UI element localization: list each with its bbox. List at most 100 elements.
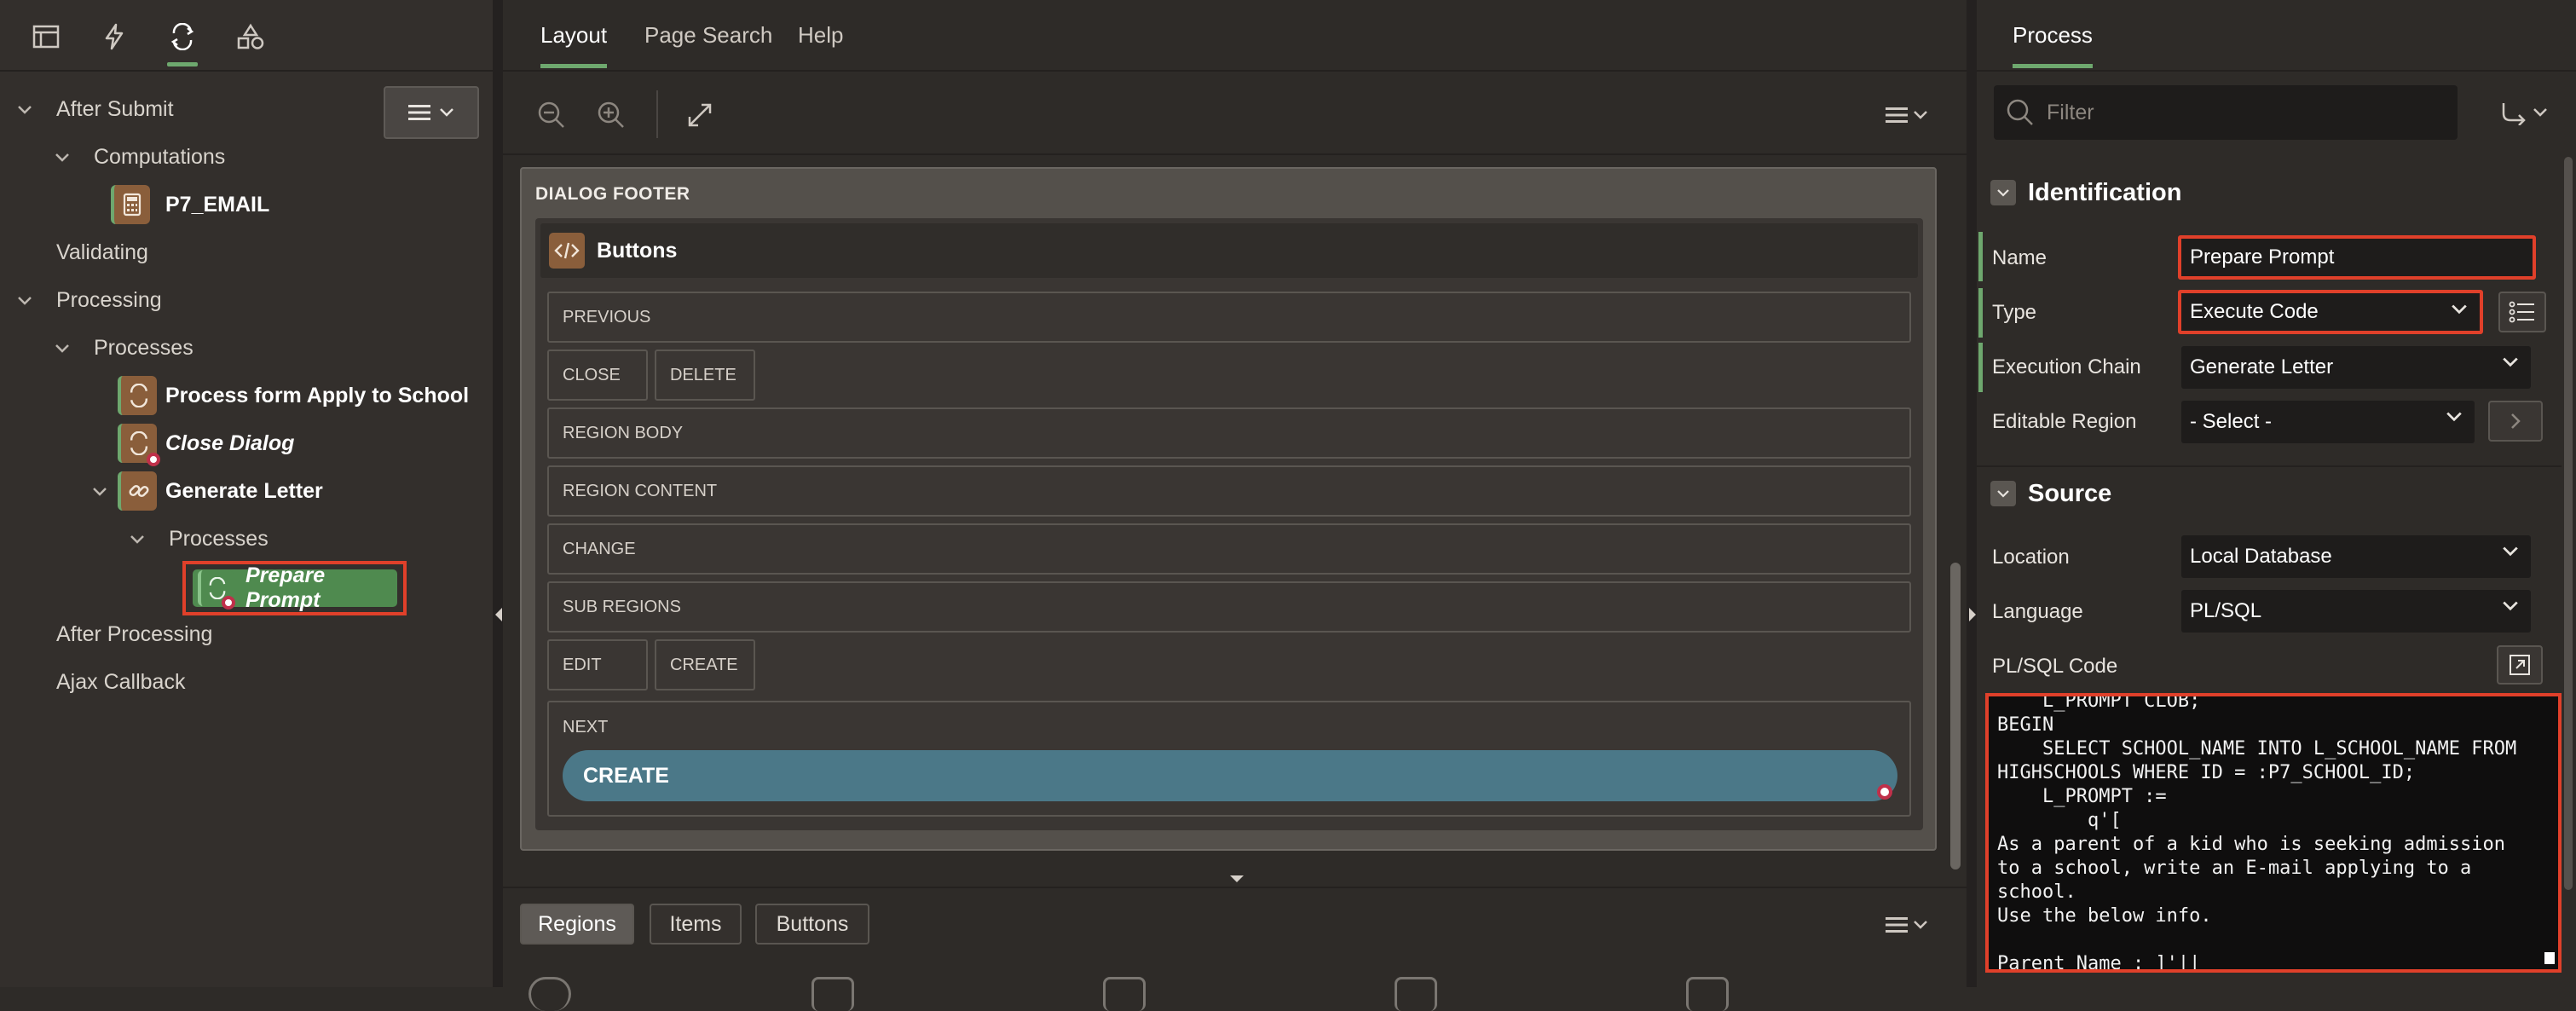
language-select[interactable]: PL/SQL bbox=[2181, 590, 2531, 633]
gallery-region-icon[interactable] bbox=[1395, 977, 1437, 1011]
tree-node-prepare-prompt[interactable]: Prepare Prompt bbox=[182, 561, 407, 615]
type-select[interactable]: Execute Code bbox=[2178, 290, 2483, 334]
right-splitter[interactable] bbox=[1967, 0, 1977, 987]
tree-node-ajax-callback[interactable]: Ajax Callback bbox=[56, 660, 185, 704]
left-splitter[interactable] bbox=[493, 0, 503, 987]
slot-previous[interactable]: PREVIOUS bbox=[547, 292, 1911, 343]
required-marker bbox=[1978, 288, 1983, 338]
chevron-down-icon[interactable] bbox=[1990, 481, 2016, 506]
chevron-down-icon bbox=[440, 108, 453, 117]
tab-page-search[interactable]: Page Search bbox=[644, 22, 772, 49]
tree-node-p7-email[interactable]: P7_EMAIL bbox=[165, 182, 269, 227]
required-marker bbox=[1978, 232, 1983, 281]
expand-button[interactable] bbox=[679, 94, 721, 136]
tree-node-after-submit[interactable]: After Submit bbox=[56, 87, 174, 131]
collapse-right-icon[interactable] bbox=[1968, 607, 1977, 622]
rendering-tab[interactable] bbox=[24, 15, 68, 58]
gallery-region-icon[interactable] bbox=[528, 977, 571, 1011]
go-to-group-button[interactable] bbox=[2488, 92, 2560, 133]
collapse-bottom-icon[interactable] bbox=[1229, 875, 1245, 883]
slot-next[interactable]: NEXT CREATE bbox=[547, 701, 1911, 817]
collapse-left-icon[interactable] bbox=[494, 607, 503, 622]
tree-node-sub-processes[interactable]: Processes bbox=[169, 517, 269, 561]
tab-layout[interactable]: Layout bbox=[540, 22, 608, 68]
tab-process[interactable]: Process bbox=[2013, 22, 2093, 68]
name-label: Name bbox=[1992, 246, 2048, 269]
gallery-panel: Regions Items Buttons bbox=[503, 887, 1967, 1011]
property-scrollbar[interactable] bbox=[2564, 157, 2573, 890]
chevron-down-icon[interactable] bbox=[49, 145, 75, 170]
tree-node-processing[interactable]: Processing bbox=[56, 278, 162, 322]
process-icon bbox=[118, 376, 157, 415]
layout-scrollbar[interactable] bbox=[1950, 563, 1961, 869]
execution-chain-select[interactable]: Generate Letter bbox=[2181, 346, 2531, 389]
source-section-header[interactable]: Source bbox=[1990, 469, 2111, 518]
chevron-down-icon[interactable] bbox=[124, 527, 150, 552]
chevron-down-icon bbox=[2452, 304, 2467, 315]
gallery-region-icon[interactable] bbox=[1686, 977, 1729, 1011]
open-code-editor-button[interactable] bbox=[2497, 645, 2543, 685]
chevron-down-icon[interactable] bbox=[12, 97, 38, 123]
processing-icon bbox=[170, 23, 194, 50]
slot-edit[interactable]: EDIT bbox=[547, 639, 648, 690]
slot-region-content[interactable]: REGION CONTENT bbox=[547, 465, 1911, 517]
gallery-region-icon[interactable] bbox=[1103, 977, 1146, 1011]
type-value: Execute Code bbox=[2190, 300, 2319, 323]
slot-sub-regions[interactable]: SUB REGIONS bbox=[547, 581, 1911, 633]
type-label: Type bbox=[1992, 301, 2037, 324]
go-to-region-button[interactable] bbox=[2488, 401, 2543, 442]
tree-node-generate-letter[interactable]: Generate Letter bbox=[165, 469, 323, 513]
shared-components-tab[interactable] bbox=[228, 15, 273, 58]
zoom-in-button[interactable] bbox=[590, 94, 632, 136]
tree-node-computations[interactable]: Computations bbox=[94, 135, 225, 179]
list-of-values-button[interactable] bbox=[2498, 292, 2546, 332]
slot-region-body[interactable]: REGION BODY bbox=[547, 407, 1911, 459]
plsql-code-editor[interactable]: L_PROMPT CLOB; BEGIN SELECT SCHOOL_NAME … bbox=[1985, 693, 2562, 973]
slot-close[interactable]: CLOSE bbox=[547, 350, 648, 401]
layout-menu-button[interactable] bbox=[1877, 94, 1937, 136]
tab-help[interactable]: Help bbox=[798, 22, 843, 49]
location-value: Local Database bbox=[2190, 545, 2332, 568]
editable-region-select[interactable]: - Select - bbox=[2181, 401, 2475, 443]
slot-change[interactable]: CHANGE bbox=[547, 523, 1911, 575]
tree-menu-button[interactable] bbox=[384, 86, 479, 139]
chevron-down-icon[interactable] bbox=[1990, 180, 2016, 205]
identification-section-header[interactable]: Identification bbox=[1990, 168, 2181, 217]
buttons-region-header[interactable]: Buttons bbox=[540, 223, 1918, 278]
create-button[interactable]: CREATE bbox=[563, 750, 1897, 801]
tree-node-validating[interactable]: Validating bbox=[56, 230, 148, 274]
tree-node-process-form[interactable]: Process form Apply to School bbox=[165, 373, 469, 418]
gallery-region-icon[interactable] bbox=[811, 977, 854, 1011]
chevron-down-icon bbox=[2446, 412, 2462, 422]
location-select[interactable]: Local Database bbox=[2181, 535, 2531, 578]
location-label: Location bbox=[1992, 546, 2070, 569]
name-input[interactable]: Prepare Prompt bbox=[2178, 235, 2536, 280]
chevron-down-icon bbox=[1914, 921, 1927, 929]
zoom-out-button[interactable] bbox=[530, 94, 573, 136]
slot-delete[interactable]: DELETE bbox=[655, 350, 755, 401]
dynamic-actions-tab[interactable] bbox=[92, 15, 136, 58]
tab-buttons[interactable]: Buttons bbox=[755, 904, 869, 945]
filter-input[interactable]: Filter bbox=[1994, 85, 2458, 140]
execution-chain-value: Generate Letter bbox=[2190, 355, 2334, 378]
layout-panel: Layout Page Search Help DIALOG FOOTER Bu… bbox=[503, 0, 1967, 1011]
tab-items[interactable]: Items bbox=[650, 904, 742, 945]
tree-node-processes[interactable]: Processes bbox=[94, 326, 193, 370]
buttons-region[interactable]: Buttons PREVIOUS CLOSE DELETE REGION BOD… bbox=[535, 218, 1923, 830]
filter-placeholder: Filter bbox=[2047, 100, 2094, 124]
tree-node-close-dialog[interactable]: Close Dialog bbox=[165, 421, 294, 465]
expand-arrow-icon bbox=[2510, 655, 2530, 675]
chevron-down-icon[interactable] bbox=[49, 336, 75, 361]
execution-chain-icon bbox=[118, 471, 157, 511]
condition-badge-icon bbox=[1877, 784, 1892, 800]
processing-tab[interactable] bbox=[160, 15, 205, 66]
chevron-down-icon[interactable] bbox=[87, 479, 113, 505]
chevron-down-icon bbox=[2533, 108, 2547, 117]
tree-node-after-processing[interactable]: After Processing bbox=[56, 612, 212, 656]
layout-toolbar bbox=[503, 73, 1967, 155]
gallery-menu-button[interactable] bbox=[1877, 904, 1937, 946]
slot-create[interactable]: CREATE bbox=[655, 639, 755, 690]
chevron-down-icon[interactable] bbox=[12, 288, 38, 314]
tab-regions[interactable]: Regions bbox=[520, 904, 634, 945]
resize-handle-icon[interactable] bbox=[2544, 952, 2555, 964]
